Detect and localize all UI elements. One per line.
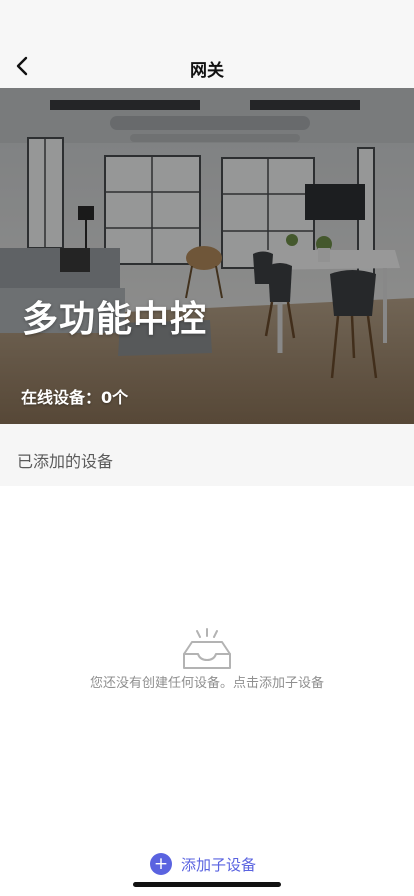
room-background-image: [0, 88, 414, 424]
empty-tray-icon: [183, 628, 231, 669]
hero-title: 多功能中控: [22, 299, 208, 340]
section-title: 已添加的设备: [17, 452, 114, 471]
gateway-banner: 多功能中控 在线设备：0个: [0, 88, 414, 424]
home-indicator: [133, 882, 281, 887]
add-sub-device-label: 添加子设备: [181, 855, 257, 874]
empty-state: 您还没有创建任何设备。点击添加子设备: [0, 486, 414, 806]
plus-circle-icon: +: [150, 853, 172, 875]
online-device-count: 在线设备：0个: [21, 388, 129, 407]
add-sub-device-button[interactable]: + 添加子设备: [150, 852, 256, 876]
added-devices-header: 已添加的设备: [0, 424, 414, 486]
empty-message: 您还没有创建任何设备。点击添加子设备: [89, 676, 324, 691]
navigation-bar: 网关: [0, 0, 414, 88]
page-title: 网关: [190, 61, 224, 81]
